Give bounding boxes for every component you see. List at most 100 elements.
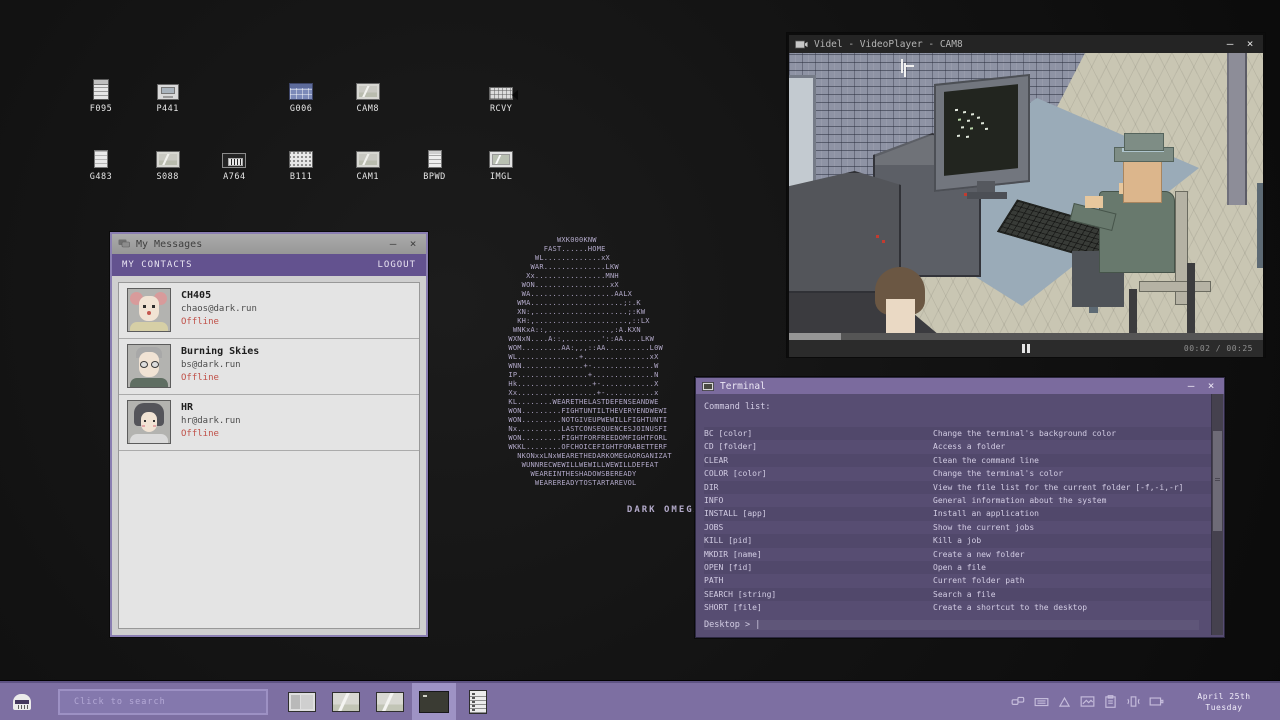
contact-list-item[interactable]: Burning Skiesbs@dark.runOffline [119, 339, 419, 395]
video-progress-bar[interactable] [789, 333, 1263, 340]
doc-file-icon [428, 150, 442, 168]
messages-titlebar[interactable]: My Messages – × [112, 234, 426, 254]
command-row: BC [color]Change the terminal's backgrou… [704, 427, 1211, 440]
terminal-titlebar[interactable]: Terminal – × [696, 378, 1224, 394]
command-description: Show the current jobs [933, 521, 1034, 534]
desktop-icon-label: B111 [272, 172, 330, 182]
terminal-close-button[interactable]: × [1204, 380, 1218, 392]
desktop-icon-label: S088 [139, 172, 197, 182]
clock-date[interactable]: April 25th Tuesday [1174, 691, 1274, 713]
command-description: Kill a job [933, 534, 981, 547]
desktop-icon-CAM8[interactable]: CAM8 [339, 76, 397, 114]
image-icon[interactable] [1080, 694, 1095, 709]
terminal-window: Terminal – × Command list: BC [color]Cha… [695, 377, 1225, 638]
ascii-art-skull: WXK000KNW FAST......HOME WL.............… [504, 236, 672, 488]
command-name: BC [color] [704, 427, 933, 440]
desktop-icon-label: BPWD [406, 172, 464, 182]
my-contacts-label: MY CONTACTS [122, 260, 193, 270]
grid-file-icon [289, 151, 313, 168]
desktop-icon-A764[interactable]: A764 [205, 144, 263, 182]
command-name: INSTALL [app] [704, 507, 933, 520]
pause-button[interactable] [1022, 344, 1031, 353]
command-name: SEARCH [string] [704, 588, 933, 601]
desktop-icon-G483[interactable]: G483 [72, 144, 130, 182]
command-name: PATH [704, 574, 933, 587]
avatar [127, 344, 171, 388]
command-row: KILL [pid]Kill a job [704, 534, 1211, 547]
terminal-prompt[interactable]: Desktop > | [704, 620, 1199, 630]
desktop-icon-CAM1[interactable]: CAM1 [339, 144, 397, 182]
command-description: Create a new folder [933, 548, 1025, 561]
video-frame-pixel-art [789, 53, 1263, 333]
command-description: Current folder path [933, 574, 1025, 587]
desktop-icon-label: G006 [272, 104, 330, 114]
videoplayer-minimize-button[interactable]: – [1223, 38, 1237, 50]
desktop-icon-B111[interactable]: B111 [272, 144, 330, 182]
camera-icon [795, 40, 808, 49]
messages-title: My Messages [136, 239, 380, 250]
computer-file-icon [157, 84, 179, 100]
video-timestamp: 00:02 / 00:25 [1184, 340, 1253, 357]
notes-app-icon [469, 690, 487, 714]
videoplayer-close-button[interactable]: × [1243, 38, 1257, 50]
avatar [127, 288, 171, 332]
contact-list: CH405chaos@dark.runOfflineBurning Skiesb… [118, 282, 420, 629]
link-icon[interactable] [1011, 694, 1026, 709]
command-name: CD [folder] [704, 440, 933, 453]
video-progress-fill [789, 333, 841, 340]
command-name: INFO [704, 494, 933, 507]
desktop-icon-F095[interactable]: F095 [72, 76, 130, 114]
videoplayer-window: Videl - VideoPlayer - CAM8 – × 00:02 / 0… [787, 33, 1265, 357]
taskbar-app-window[interactable] [280, 683, 324, 720]
taskbar-app-photo[interactable] [368, 683, 412, 720]
logout-button[interactable]: LOGOUT [377, 260, 416, 270]
search-input[interactable] [58, 689, 268, 715]
keyboard-icon[interactable] [1034, 694, 1049, 709]
contact-status: Offline [181, 429, 241, 439]
taskbar-app-photo[interactable] [324, 683, 368, 720]
ascii-art-text: WXK000KNW FAST......HOME WL.............… [504, 236, 672, 488]
scrollbar-thumb[interactable] [1213, 431, 1222, 531]
contact-name: Burning Skies [181, 344, 259, 357]
command-list: BC [color]Change the terminal's backgrou… [704, 427, 1211, 614]
contact-list-item[interactable]: HRhr@dark.runOffline [119, 395, 419, 451]
taskbar-app-terminal[interactable] [412, 683, 456, 720]
desktop-icon-G006[interactable]: G006 [272, 76, 330, 114]
desktop-icon-IMGL[interactable]: IMGL [472, 144, 530, 182]
messages-close-button[interactable]: × [406, 238, 420, 250]
videoplayer-title: Videl - VideoPlayer - CAM8 [814, 39, 1217, 50]
messages-minimize-button[interactable]: – [386, 238, 400, 250]
command-name: CLEAR [704, 454, 933, 467]
taskbar-app-notes[interactable] [456, 683, 500, 720]
command-name: SHORT [file] [704, 601, 933, 614]
phone-icon[interactable] [1126, 694, 1141, 709]
clipboard-icon[interactable] [1103, 694, 1118, 709]
table-file-icon [289, 83, 313, 100]
volume-icon[interactable] [1057, 694, 1072, 709]
command-row: SHORT [file]Create a shortcut to the des… [704, 601, 1211, 614]
battery-icon[interactable] [1149, 694, 1164, 709]
desktop-icon-P441[interactable]: P441 [139, 76, 197, 114]
desktop: F095P441 G006 CAM8 RCVY G483 S088 A764 B111 CAM1… [0, 0, 1280, 720]
video-controls: 00:02 / 00:25 [789, 340, 1263, 357]
start-button[interactable] [0, 683, 44, 720]
contact-list-item[interactable]: CH405chaos@dark.runOffline [119, 283, 419, 339]
desktop-icon-S088[interactable]: S088 [139, 144, 197, 182]
darkphoto-file-icon [222, 153, 246, 168]
terminal-minimize-button[interactable]: – [1184, 380, 1198, 392]
terminal-title: Terminal [720, 381, 1178, 392]
contact-status: Offline [181, 373, 259, 383]
keyboard-file-icon [489, 87, 513, 100]
terminal-scrollbar[interactable] [1211, 394, 1223, 635]
command-description: Create a shortcut to the desktop [933, 601, 1087, 614]
messages-window: My Messages – × MY CONTACTS LOGOUT CH405… [110, 232, 428, 637]
desktop-icon-RCVY[interactable]: RCVY [472, 76, 530, 114]
terminal-app-icon [419, 691, 449, 713]
command-description: Change the terminal's color [933, 467, 1063, 480]
command-description: General information about the system [933, 494, 1106, 507]
messages-navbar: MY CONTACTS LOGOUT [112, 254, 426, 276]
videoplayer-titlebar[interactable]: Videl - VideoPlayer - CAM8 – × [789, 35, 1263, 53]
command-row: CD [folder]Access a folder [704, 440, 1211, 453]
desktop-icon-BPWD[interactable]: BPWD [406, 144, 464, 182]
command-row: SEARCH [string]Search a file [704, 588, 1211, 601]
